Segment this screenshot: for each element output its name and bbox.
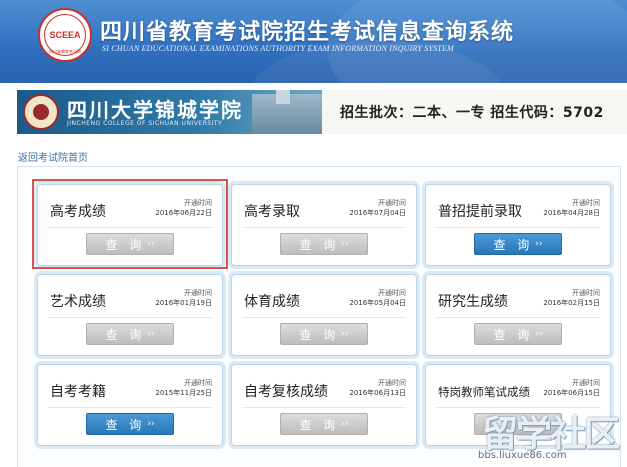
card-title: 特岗教师笔试成绩 [438, 385, 530, 399]
open-date: 2016年05月04日 [349, 299, 406, 307]
open-time-label: 开通时间 [378, 199, 406, 207]
college-name-cn: 四川大学锦城学院 [67, 98, 243, 122]
query-button[interactable]: 查 询 ›› [474, 323, 562, 345]
card-title: 自考复核成绩 [244, 384, 328, 400]
open-time-label: 开通时间 [572, 379, 600, 387]
open-time-label: 开通时间 [572, 199, 600, 207]
building-image [252, 90, 322, 134]
query-card: 研究生成绩 开通时间 2016年02月15日查 询 ›› [425, 274, 611, 356]
open-date: 2015年11月25日 [155, 389, 212, 397]
query-card: 高考成绩 开通时间 2016年06月22日查 询 ›› [37, 184, 223, 266]
open-time-label: 开通时间 [184, 199, 212, 207]
admission-info: 招生批次：二本、一专 招生代码：5702 [322, 90, 627, 134]
open-date: 2016年06月13日 [349, 389, 406, 397]
open-date: 2016年02月15日 [543, 299, 600, 307]
college-logo-banner[interactable]: 四川大学锦城学院 JINCHENG COLLEGE OF SICHUAN UNI… [17, 90, 322, 134]
open-date: 2016年06月15日 [543, 389, 600, 397]
card-divider [242, 407, 406, 408]
query-button[interactable]: 查 询 ›› [474, 233, 562, 255]
open-date: 2016年07月04日 [349, 209, 406, 217]
query-button-label: 查 询 [299, 327, 340, 342]
card-divider [436, 227, 600, 228]
double-chevron-right-icon: ›› [147, 329, 155, 339]
query-button-label: 查 询 [493, 237, 534, 252]
query-button-label: 查 询 [299, 237, 340, 252]
query-button-label: 查 询 [105, 327, 146, 342]
query-button-label: 查 询 [299, 417, 340, 432]
card-title: 艺术成绩 [50, 294, 106, 310]
query-button-label: 查 询 [105, 417, 146, 432]
watermark: 留学社区 bbs.liuxue86.com [478, 405, 627, 467]
open-time-label: 开通时间 [378, 379, 406, 387]
college-name-en: JINCHENG COLLEGE OF SICHUAN UNIVERSITY [67, 120, 223, 127]
card-title: 高考成绩 [50, 204, 106, 220]
query-card: 普招提前录取 开通时间 2016年04月28日查 询 ›› [425, 184, 611, 266]
open-time-label: 开通时间 [378, 289, 406, 297]
card-divider [48, 227, 212, 228]
card-divider [48, 317, 212, 318]
back-home-link[interactable]: 返回考试院首页 [18, 149, 88, 164]
logo-subtext: 四川省教育考试院 [49, 49, 81, 54]
query-button[interactable]: 查 询 ›› [280, 323, 368, 345]
double-chevron-right-icon: ›› [341, 239, 349, 249]
card-divider [242, 227, 406, 228]
query-button[interactable]: 查 询 ›› [86, 233, 174, 255]
query-button-label: 查 询 [105, 237, 146, 252]
site-header: SCEEA 四川省教育考试院 四川省教育考试院招生考试信息查询系统 SI CHU… [0, 0, 627, 83]
query-card: 自考考籍 开通时间 2015年11月25日查 询 ›› [37, 364, 223, 446]
query-card: 自考复核成绩 开通时间 2016年06月13日查 询 ›› [231, 364, 417, 446]
query-button-label: 查 询 [493, 327, 534, 342]
query-button[interactable]: 查 询 ›› [280, 233, 368, 255]
site-title: 四川省教育考试院招生考试信息查询系统 [100, 20, 515, 45]
sceea-logo[interactable]: SCEEA 四川省教育考试院 [38, 8, 92, 62]
query-card: 艺术成绩 开通时间 2016年01月19日查 询 ›› [37, 274, 223, 356]
open-time-label: 开通时间 [184, 379, 212, 387]
logo-text: SCEEA [49, 30, 81, 40]
double-chevron-right-icon: ›› [147, 419, 155, 429]
card-divider [242, 317, 406, 318]
double-chevron-right-icon: ›› [341, 329, 349, 339]
admission-info-text: 招生批次：二本、一专 招生代码：5702 [340, 105, 604, 121]
card-title: 体育成绩 [244, 294, 300, 310]
open-time-label: 开通时间 [184, 289, 212, 297]
query-button[interactable]: 查 询 ›› [86, 413, 174, 435]
query-card: 体育成绩 开通时间 2016年05月04日查 询 ›› [231, 274, 417, 356]
card-title: 研究生成绩 [438, 294, 508, 310]
double-chevron-right-icon: ›› [535, 329, 543, 339]
double-chevron-right-icon: ›› [341, 419, 349, 429]
watermark-url: bbs.liuxue86.com [478, 450, 567, 461]
card-title: 自考考籍 [50, 384, 106, 400]
query-card: 高考录取 开通时间 2016年07月04日查 询 ›› [231, 184, 417, 266]
card-divider [436, 317, 600, 318]
card-title: 高考录取 [244, 204, 300, 220]
double-chevron-right-icon: ›› [535, 239, 543, 249]
query-button[interactable]: 查 询 ›› [86, 323, 174, 345]
open-time-label: 开通时间 [572, 289, 600, 297]
open-date: 2016年06月22日 [155, 209, 212, 217]
college-seal-icon [23, 94, 59, 130]
college-banner: 四川大学锦城学院 JINCHENG COLLEGE OF SICHUAN UNI… [17, 90, 627, 134]
site-subtitle: SI CHUAN EDUCATIONAL EXAMINATIONS AUTHOR… [102, 44, 454, 53]
open-date: 2016年04月28日 [543, 209, 600, 217]
query-button[interactable]: 查 询 ›› [280, 413, 368, 435]
card-title: 普招提前录取 [438, 204, 522, 220]
card-divider [48, 407, 212, 408]
open-date: 2016年01月19日 [155, 299, 212, 307]
double-chevron-right-icon: ›› [147, 239, 155, 249]
